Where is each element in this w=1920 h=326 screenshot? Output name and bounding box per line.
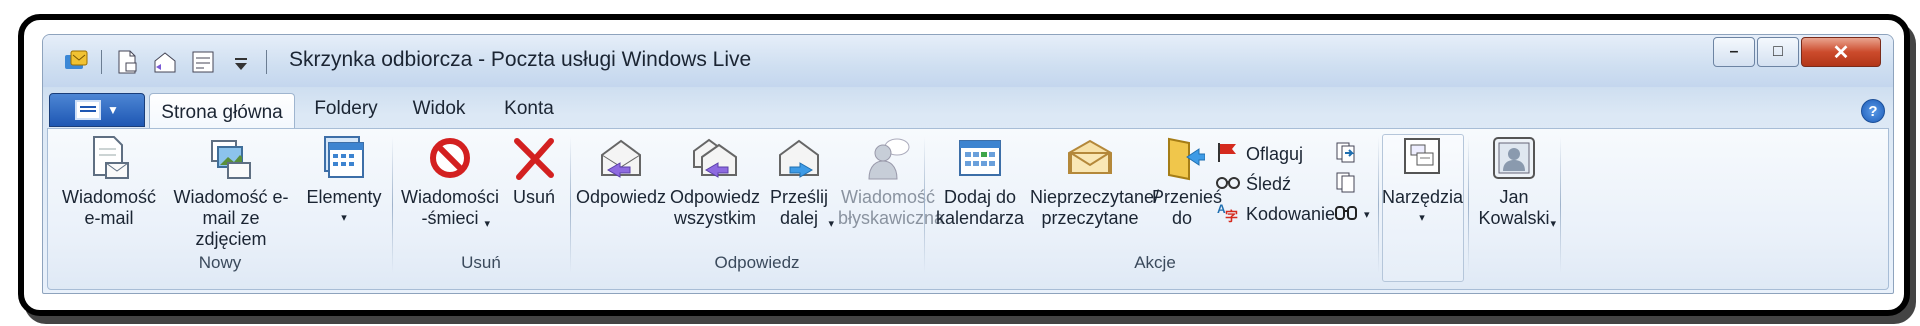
qat-separator-2 [266,50,267,74]
tools-label: Narzędzia [1382,187,1464,207]
group-label-usun: Usuń [461,253,501,272]
reply-button[interactable]: Odpowiedz [576,135,666,208]
move-to-label: Przenieś do [1152,187,1223,228]
photo-email-label: Wiadomość e- mail ze zdjęciem [173,187,289,249]
copy-to-button[interactable] [1334,141,1358,168]
group-separator [570,137,571,273]
group-label-akcje: Akcje [1134,253,1176,272]
app-window: Skrzynka odbiorcza - Poczta usługi Windo… [42,34,1894,294]
svg-text:字: 字 [1225,209,1238,223]
copy-icon [1334,171,1358,198]
find-icon [1334,201,1358,228]
watch-button[interactable]: Śledź [1216,171,1291,198]
calendar-items-icon [321,135,367,181]
group-separator [392,137,393,273]
app-menu-icon [75,100,102,120]
user-avatar-icon [1491,135,1537,181]
reply-all-button[interactable]: Odpowiedz wszystkim [668,135,762,229]
window-controls: – □ ✕ [1713,37,1881,67]
maximize-button[interactable]: □ [1757,37,1799,67]
group-separator [1378,137,1379,273]
windows-live-mail-icon[interactable] [63,49,89,75]
tab-widok[interactable]: Widok [399,93,479,125]
window-title: Skrzynka odbiorcza - Poczta usługi Windo… [289,48,752,71]
forward-caret: ▾ [828,218,834,230]
add-calendar-button[interactable]: Dodaj do kalendarza [932,135,1028,229]
items-caret: ▾ [341,212,347,224]
new-email-label: Wiadomość e-mail [61,187,157,228]
tools-caret: ▾ [1419,212,1425,224]
junk-icon [427,135,473,181]
delete-button[interactable]: Usuń [504,135,564,208]
forward-icon [776,135,822,181]
help-icon[interactable]: ? [1861,99,1885,123]
copy-button[interactable] [1334,171,1358,198]
new-email-button[interactable]: Wiadomość e-mail [54,135,164,229]
quick-access-toolbar [63,49,267,75]
reply-all-icon [692,135,738,181]
title-bar: Skrzynka odbiorcza - Poczta usługi Windo… [43,35,1893,87]
user-caret: ▾ [1550,218,1556,230]
move-to-button[interactable]: Przenieś do [1152,135,1223,229]
delete-label: Usuń [512,187,556,207]
group-separator [1468,137,1469,273]
instant-message-label: Wiadomość błyskawiczna [838,187,945,228]
read-unread-label: Nieprzeczytane/ przeczytane [1030,187,1160,228]
reply-label: Odpowiedz [576,187,667,207]
read-unread-button[interactable]: Nieprzeczytane/ przeczytane [1030,135,1160,229]
forward-button[interactable]: Prześlij dalej ▾ [764,135,834,230]
minimize-button[interactable]: – [1713,37,1755,67]
reply-small-icon[interactable] [152,49,178,75]
add-calendar-label: Dodaj do kalendarza [935,187,1025,228]
new-email-icon [86,135,132,181]
group-label-odpowiedz: Odpowiedz [714,253,800,272]
app-menu-button[interactable]: ▼ [49,93,145,127]
encoding-button[interactable]: A字 Kodowanie [1216,201,1335,228]
ribbon-tabs: ▼ Strona główna Foldery Widok Konta ? [43,91,1893,131]
find-button[interactable]: ▾ [1334,201,1370,228]
flag-icon [1216,141,1240,168]
read-unread-icon [1067,135,1113,181]
junk-caret: ▾ [484,218,490,230]
tools-icon [1399,135,1445,181]
tab-konta[interactable]: Konta [489,93,569,125]
forward-label: Prześlij dalej [769,187,828,228]
ribbon-panel: Wiadomość e-mail Wiadomość e- mail ze zd… [47,128,1889,290]
encoding-icon: A字 [1216,201,1240,228]
move-folder-icon [1159,135,1206,181]
group-separator [1560,137,1561,273]
qat-customize-icon[interactable] [228,49,254,75]
user-name-label: Jan Kowalski [1478,187,1550,228]
screenshot-frame: Skrzynka odbiorcza - Poczta usługi Windo… [18,14,1910,316]
tools-button[interactable]: Narzędzia ▾ [1382,135,1464,229]
delete-x-icon [511,135,557,181]
chevron-down-icon: ▼ [107,103,119,117]
reply-all-label: Odpowiedz wszystkim [669,187,761,228]
tab-strona-glowna[interactable]: Strona główna [149,93,295,131]
encoding-label: Kodowanie [1246,204,1336,224]
close-button[interactable]: ✕ [1801,37,1881,67]
flag-label: Oflaguj [1246,144,1304,164]
tab-foldery[interactable]: Foldery [301,93,391,125]
new-document-icon[interactable] [114,49,140,75]
group-separator [924,137,925,273]
photo-email-icon [208,135,254,181]
copy-to-icon [1334,141,1358,168]
items-button[interactable]: Elementy ▾ [302,135,386,229]
find-caret: ▾ [1364,209,1370,221]
instant-message-button[interactable]: Wiadomość błyskawiczna [838,135,945,229]
user-account-button[interactable]: Jan Kowalski ▾ [1472,135,1556,230]
flag-button[interactable]: Oflaguj [1216,141,1303,168]
watch-label: Śledź [1246,174,1292,194]
reply-icon [598,135,644,181]
add-calendar-icon [957,135,1003,181]
send-receive-icon[interactable] [190,49,216,75]
junk-button[interactable]: Wiadomości -śmieci ▾ [398,135,502,230]
photo-email-button[interactable]: Wiadomość e- mail ze zdjęciem [166,135,296,250]
glasses-icon [1216,171,1240,198]
qat-separator [101,50,102,74]
items-label: Elementy [306,187,382,207]
instant-message-icon [865,135,911,181]
group-label-nowy: Nowy [198,253,242,272]
